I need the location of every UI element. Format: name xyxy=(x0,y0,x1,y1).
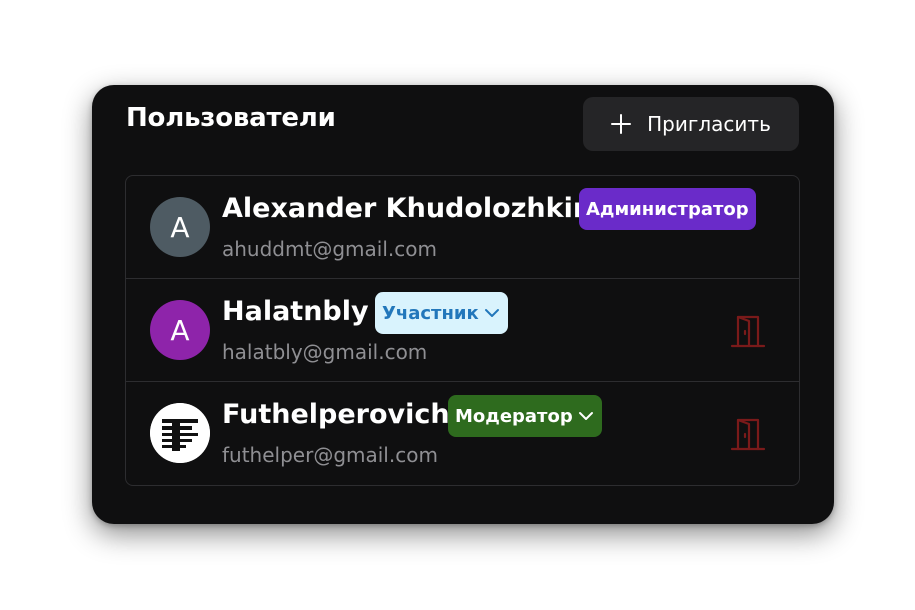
invite-button[interactable]: Пригласить xyxy=(583,97,799,151)
role-dropdown[interactable]: Участник xyxy=(375,292,508,334)
avatar: A xyxy=(150,300,210,360)
user-row: A Alexander Khudolozhkin Администратор a… xyxy=(126,176,799,279)
user-name: Alexander Khudolozhkin xyxy=(222,193,593,224)
exit-door-icon[interactable] xyxy=(730,416,766,452)
invite-button-label: Пригласить xyxy=(647,112,771,136)
panel-title: Пользователи xyxy=(126,103,336,133)
role-badge: Администратор xyxy=(579,188,756,230)
role-dropdown-label: Участник xyxy=(382,302,479,324)
plus-icon xyxy=(611,114,632,134)
user-email: halatbly@gmail.com xyxy=(222,340,428,364)
avatar: A xyxy=(150,197,210,257)
user-name: Futhelperovich xyxy=(222,399,450,430)
role-badge-label: Администратор xyxy=(586,198,749,220)
futhelper-logo-icon xyxy=(150,403,210,463)
user-email: ahuddmt@gmail.com xyxy=(222,237,437,261)
users-list: A Alexander Khudolozhkin Администратор a… xyxy=(125,175,800,486)
chevron-down-icon xyxy=(577,407,595,425)
chevron-down-icon xyxy=(483,304,501,322)
user-name: Halatnbly xyxy=(222,296,369,327)
user-row: Futhelperovich Модератор futhelper@gmail… xyxy=(126,382,799,485)
role-dropdown-label: Модератор xyxy=(455,405,573,427)
users-panel: Пользователи Пригласить A Alexander Khud… xyxy=(92,85,834,524)
exit-door-icon[interactable] xyxy=(730,313,766,349)
user-row: A Halatnbly Участник halatbly@gmail.com xyxy=(126,279,799,382)
role-dropdown[interactable]: Модератор xyxy=(448,395,602,437)
user-email: futhelper@gmail.com xyxy=(222,443,438,467)
